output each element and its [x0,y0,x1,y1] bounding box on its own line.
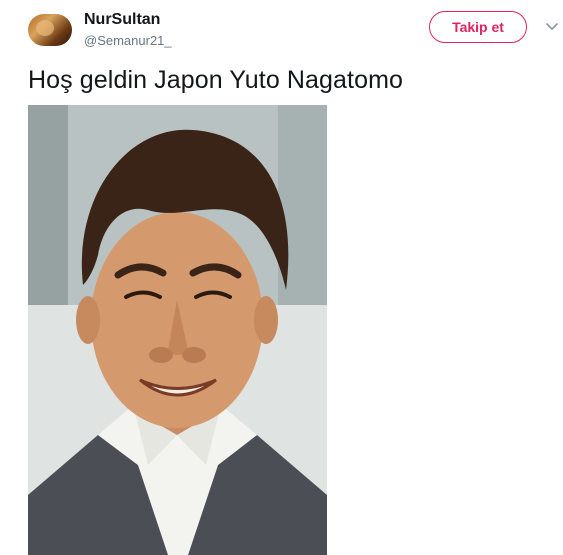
follow-button[interactable]: Takip et [429,11,527,43]
portrait-illustration [28,105,327,555]
avatar[interactable] [28,14,72,46]
author-handle[interactable]: @Semanur21_ [84,33,172,48]
chevron-down-icon[interactable] [545,20,559,34]
tweet-photo[interactable] [28,105,327,555]
tweet-text: Hoş geldin Japon Yuto Nagatomo [28,66,404,94]
author-name[interactable]: NurSultan [84,11,160,29]
tweet-header: NurSultan @Semanur21_ Takip et [0,0,563,60]
